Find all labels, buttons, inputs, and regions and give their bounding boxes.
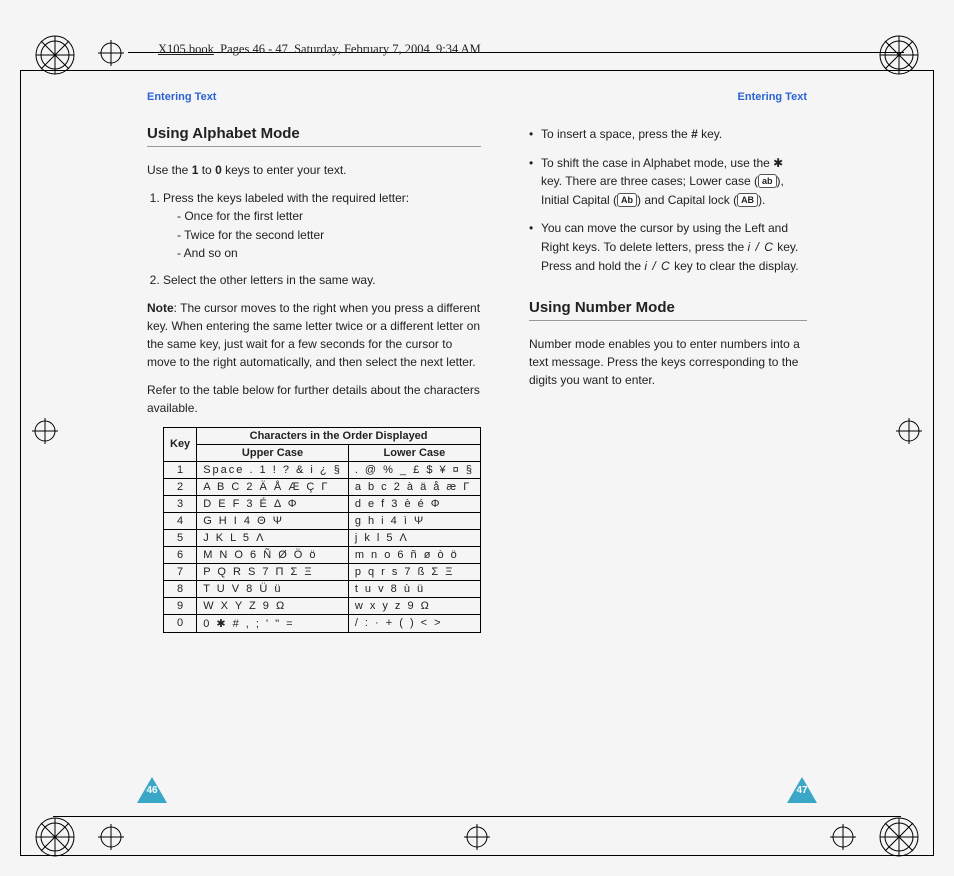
- th-lower: Lower Case: [348, 444, 480, 461]
- cell-key: 1: [164, 461, 197, 478]
- file-pages: Pages 46 - 47: [220, 42, 288, 56]
- cell-upper: G H I 4 Θ Ψ: [197, 512, 349, 529]
- table-row: 2A B C 2 Ä Å Æ Ç Γa b c 2 à ä å æ Γ: [164, 478, 481, 495]
- cell-lower: w x y z 9 Ω: [348, 597, 480, 614]
- step-1b: - Twice for the second letter: [177, 226, 481, 245]
- file-name: X105.book: [158, 42, 214, 56]
- bullet-case: To shift the case in Alphabet mode, use …: [529, 154, 807, 210]
- clear-key-icon: i / C: [644, 259, 670, 273]
- cell-upper: P Q R S 7 Π Σ Ξ: [197, 563, 349, 580]
- cell-lower: m n o 6 ñ ø ò ö: [348, 546, 480, 563]
- bullet-cursor: You can move the cursor by using the Lef…: [529, 219, 807, 275]
- footer-rule: [53, 816, 901, 817]
- page-number-badge: 47: [787, 777, 817, 803]
- cell-key: 5: [164, 529, 197, 546]
- heading-number-mode: Using Number Mode: [529, 299, 807, 321]
- initialcap-icon: Ab: [617, 193, 637, 207]
- cell-key: 4: [164, 512, 197, 529]
- cell-key: 3: [164, 495, 197, 512]
- table-intro: Refer to the table below for further det…: [147, 381, 481, 417]
- step-1: Press the keys labeled with the required…: [163, 189, 481, 263]
- running-head: Entering Text: [147, 91, 481, 103]
- step-1c: - And so on: [177, 244, 481, 263]
- table-row: 4G H I 4 Θ Ψg h i 4 ì Ψ: [164, 512, 481, 529]
- step-2: Select the other letters in the same way…: [163, 271, 481, 289]
- cell-lower: t u v 8 ù ü: [348, 580, 480, 597]
- table-row: 1Space . 1 ! ? & i ¿ §. @ % _ £ $ ¥ ¤ §: [164, 461, 481, 478]
- characters-table: Key Characters in the Order Displayed Up…: [163, 427, 481, 633]
- hash-key-icon: #: [691, 127, 698, 141]
- page-frame: Entering Text Using Alphabet Mode Use th…: [20, 70, 934, 856]
- intro-text: Use the 1 to 0 keys to enter your text.: [147, 161, 481, 179]
- page-left: Entering Text Using Alphabet Mode Use th…: [147, 91, 481, 785]
- capslock-icon: AB: [737, 193, 758, 207]
- bullet-space: To insert a space, press the # key.: [529, 125, 807, 144]
- page-number: 46: [137, 785, 167, 796]
- table-row: 8T U V 8 Ü üt u v 8 ù ü: [164, 580, 481, 597]
- cell-lower: j k l 5 Λ: [348, 529, 480, 546]
- page-number: 47: [787, 785, 817, 796]
- cell-key: 6: [164, 546, 197, 563]
- file-header: X105.book Pages 46 - 47 Saturday, Februa…: [158, 42, 481, 57]
- cell-upper: D E F 3 É Δ Φ: [197, 495, 349, 512]
- clear-key-icon: i / C: [748, 240, 774, 254]
- cell-upper: 0 ✱ # , ; ' " =: [197, 614, 349, 632]
- step-1a: - Once for the first letter: [177, 207, 481, 226]
- table-row: 6M N O 6 Ñ Ø Ö öm n o 6 ñ ø ò ö: [164, 546, 481, 563]
- cell-upper: A B C 2 Ä Å Æ Ç Γ: [197, 478, 349, 495]
- header-strip: X105.book Pages 46 - 47 Saturday, Februa…: [20, 36, 934, 70]
- cell-lower: g h i 4 ì Ψ: [348, 512, 480, 529]
- cell-upper: T U V 8 Ü ü: [197, 580, 349, 597]
- page-number-badge: 46: [137, 777, 167, 803]
- cell-lower: a b c 2 à ä å æ Γ: [348, 478, 480, 495]
- cell-lower: d e f 3 è é Φ: [348, 495, 480, 512]
- th-group: Characters in the Order Displayed: [197, 427, 481, 444]
- cell-upper: M N O 6 Ñ Ø Ö ö: [197, 546, 349, 563]
- table-row: 7P Q R S 7 Π Σ Ξp q r s 7 ß Σ Ξ: [164, 563, 481, 580]
- note: Note: The cursor moves to the right when…: [147, 299, 481, 371]
- star-key-icon: ✱: [773, 156, 783, 170]
- th-upper: Upper Case: [197, 444, 349, 461]
- cell-key: 2: [164, 478, 197, 495]
- cell-key: 9: [164, 597, 197, 614]
- cell-key: 8: [164, 580, 197, 597]
- file-time: 9:34 AM: [436, 42, 481, 56]
- file-date: Saturday, February 7, 2004: [294, 42, 430, 56]
- number-mode-text: Number mode enables you to enter numbers…: [529, 335, 807, 389]
- table-row: 9W X Y Z 9 Ωw x y z 9 Ω: [164, 597, 481, 614]
- cell-upper: W X Y Z 9 Ω: [197, 597, 349, 614]
- cell-key: 7: [164, 563, 197, 580]
- lowercase-icon: ab: [758, 174, 777, 188]
- cell-lower: p q r s 7 ß Σ Ξ: [348, 563, 480, 580]
- cell-upper: Space . 1 ! ? & i ¿ §: [197, 461, 349, 478]
- cell-upper: J K L 5 Λ: [197, 529, 349, 546]
- table-row: 3D E F 3 É Δ Φd e f 3 è é Φ: [164, 495, 481, 512]
- page-right: Entering Text To insert a space, press t…: [529, 91, 807, 785]
- heading-alphabet-mode: Using Alphabet Mode: [147, 125, 481, 147]
- table-row: 00 ✱ # , ; ' " =/ : · + ( ) < >: [164, 614, 481, 632]
- table-row: 5J K L 5 Λj k l 5 Λ: [164, 529, 481, 546]
- th-key: Key: [164, 427, 197, 461]
- running-head: Entering Text: [529, 91, 807, 103]
- cell-lower: . @ % _ £ $ ¥ ¤ §: [348, 461, 480, 478]
- cell-key: 0: [164, 614, 197, 632]
- cell-lower: / : · + ( ) < >: [348, 614, 480, 632]
